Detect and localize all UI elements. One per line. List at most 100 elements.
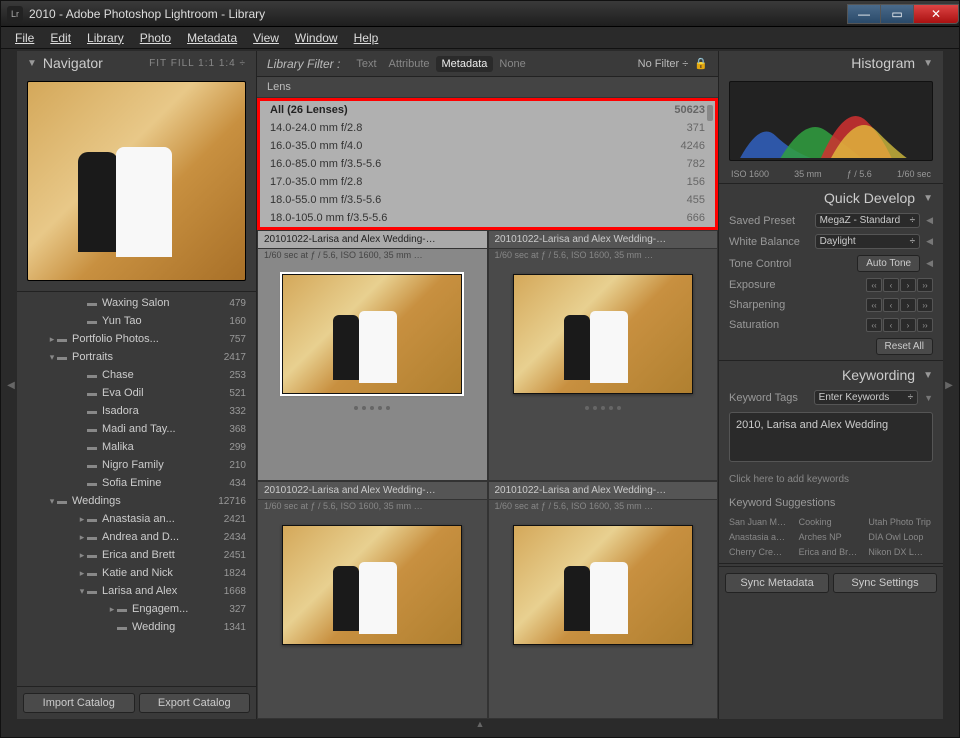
- white-balance-label: White Balance: [729, 236, 809, 248]
- keyword-suggestion[interactable]: Nikon DX L…: [866, 545, 935, 559]
- folder-row[interactable]: ▾▬Weddings12716: [17, 492, 256, 510]
- keyword-textarea[interactable]: 2010, Larisa and Alex Wedding: [729, 412, 933, 462]
- folder-row[interactable]: ▬Wedding1341: [17, 618, 256, 636]
- filter-tab-none[interactable]: None: [493, 56, 531, 72]
- folder-row[interactable]: ▬Sofia Emine434: [17, 474, 256, 492]
- saved-preset-select[interactable]: MegaZ - Standard÷: [815, 213, 921, 228]
- filter-tab-metadata[interactable]: Metadata: [436, 56, 494, 72]
- keyword-suggestion[interactable]: Utah Photo Trip: [866, 515, 935, 529]
- quick-develop-header[interactable]: Quick Develop ▼: [719, 186, 943, 210]
- qd-disclosure-icon[interactable]: ▼: [924, 393, 933, 403]
- grid-cell[interactable]: 20101022-Larisa and Alex Wedding-… 1/60 …: [257, 230, 488, 481]
- cell-thumbnail[interactable]: [513, 525, 693, 645]
- bottom-edge-handle[interactable]: ▲: [5, 719, 955, 733]
- auto-tone-button[interactable]: Auto Tone: [857, 255, 920, 272]
- lens-filter-row[interactable]: 16.0-85.0 mm f/3.5-5.6782: [260, 155, 715, 173]
- folder-tree[interactable]: ▬Waxing Salon479▬Yun Tao160▸▬Portfolio P…: [17, 292, 256, 686]
- histogram-header[interactable]: Histogram ▼: [719, 51, 943, 75]
- scrollbar-thumb[interactable]: [707, 105, 713, 121]
- keyword-suggestion[interactable]: Erica and Br…: [797, 545, 866, 559]
- folder-row[interactable]: ▸▬Portfolio Photos...757: [17, 330, 256, 348]
- menu-window[interactable]: Window: [289, 29, 344, 47]
- folder-row[interactable]: ▬Waxing Salon479: [17, 294, 256, 312]
- menu-view[interactable]: View: [247, 29, 285, 47]
- keywording-header[interactable]: Keywording ▼: [719, 363, 943, 387]
- right-edge-handle[interactable]: ▶: [943, 51, 955, 719]
- keyword-suggestion[interactable]: San Juan M…: [727, 515, 796, 529]
- reset-all-button[interactable]: Reset All: [876, 338, 933, 355]
- sync-metadata-button[interactable]: Sync Metadata: [725, 573, 829, 593]
- filter-tab-text[interactable]: Text: [350, 56, 382, 72]
- grid-cell[interactable]: 20101022-Larisa and Alex Wedding-… 1/60 …: [257, 481, 488, 720]
- folder-row[interactable]: ▸▬Anastasia an...2421: [17, 510, 256, 528]
- filter-lock-icon[interactable]: 🔒: [694, 57, 708, 70]
- lens-filter-row[interactable]: 17.0-35.0 mm f/2.8156: [260, 173, 715, 191]
- folder-row[interactable]: ▬Yun Tao160: [17, 312, 256, 330]
- folder-row[interactable]: ▸▬Andrea and D...2434: [17, 528, 256, 546]
- keyword-add-hint[interactable]: Click here to add keywords: [729, 470, 933, 489]
- lens-filter-row[interactable]: 16.0-35.0 mm f/4.04246: [260, 137, 715, 155]
- histogram-chart[interactable]: [729, 81, 933, 161]
- folder-row[interactable]: ▬Isadora332: [17, 402, 256, 420]
- saturation-label: Saturation: [729, 319, 860, 331]
- sync-settings-button[interactable]: Sync Settings: [833, 573, 937, 593]
- navigator-zoom-options[interactable]: FIT FILL 1:1 1:4 ÷: [149, 58, 246, 69]
- grid-cell[interactable]: 20101022-Larisa and Alex Wedding-… 1/60 …: [488, 481, 719, 720]
- keyword-suggestion[interactable]: DIA Owl Loop: [866, 530, 935, 544]
- folder-row[interactable]: ▬Nigro Family210: [17, 456, 256, 474]
- navigator-title: Navigator: [43, 55, 149, 71]
- keyword-suggestion[interactable]: Arches NP: [797, 530, 866, 544]
- left-edge-handle[interactable]: ◀: [5, 51, 17, 719]
- keyword-tags-label: Keyword Tags: [729, 392, 808, 404]
- qd-disclosure-icon[interactable]: ◀: [926, 215, 933, 226]
- folder-row[interactable]: ▸▬Katie and Nick1824: [17, 564, 256, 582]
- qd-disclosure-icon[interactable]: ◀: [926, 236, 933, 247]
- keyword-suggestion[interactable]: Anastasia a…: [727, 530, 796, 544]
- filter-preset-dropdown[interactable]: No Filter ÷: [638, 58, 689, 70]
- menu-help[interactable]: Help: [348, 29, 385, 47]
- cell-thumbnail[interactable]: [282, 274, 462, 394]
- folder-row[interactable]: ▸▬Erica and Brett2451: [17, 546, 256, 564]
- saturation-stepper[interactable]: ‹‹‹›››: [866, 318, 933, 332]
- lens-filter-row[interactable]: All (26 Lenses)50623: [260, 101, 715, 119]
- folder-row[interactable]: ▬Madi and Tay...368: [17, 420, 256, 438]
- folder-row[interactable]: ▸▬Engagem...327: [17, 600, 256, 618]
- navigator-preview[interactable]: [27, 81, 246, 281]
- window-minimize-button[interactable]: ―: [847, 4, 881, 24]
- folder-row[interactable]: ▬Chase253: [17, 366, 256, 384]
- export-catalog-button[interactable]: Export Catalog: [139, 693, 251, 713]
- window-maximize-button[interactable]: ▭: [880, 4, 914, 24]
- histogram-title: Histogram: [851, 55, 915, 71]
- metadata-column-header[interactable]: Lens: [257, 77, 718, 98]
- lens-filter-row[interactable]: 18.0-55.0 mm f/3.5-5.6455: [260, 191, 715, 209]
- folder-row[interactable]: ▬Eva Odil521: [17, 384, 256, 402]
- menu-metadata[interactable]: Metadata: [181, 29, 243, 47]
- menu-edit[interactable]: Edit: [44, 29, 77, 47]
- sharpening-stepper[interactable]: ‹‹‹›››: [866, 298, 933, 312]
- qd-disclosure-icon[interactable]: ◀: [926, 258, 933, 269]
- import-catalog-button[interactable]: Import Catalog: [23, 693, 135, 713]
- menu-photo[interactable]: Photo: [134, 29, 177, 47]
- folder-row[interactable]: ▬Malika299: [17, 438, 256, 456]
- window-close-button[interactable]: ✕: [913, 4, 959, 24]
- filter-tab-attribute[interactable]: Attribute: [383, 56, 436, 72]
- navigator-header[interactable]: ▼ Navigator FIT FILL 1:1 1:4 ÷: [17, 51, 256, 75]
- lens-filter-row[interactable]: 18.0-105.0 mm f/3.5-5.6666: [260, 209, 715, 227]
- cell-thumbnail[interactable]: [513, 274, 693, 394]
- keyword-suggestion[interactable]: Cooking: [797, 515, 866, 529]
- lens-filter-row[interactable]: 14.0-24.0 mm f/2.8371: [260, 119, 715, 137]
- exposure-stepper[interactable]: ‹‹‹›››: [866, 278, 933, 292]
- folder-row[interactable]: ▾▬Larisa and Alex1668: [17, 582, 256, 600]
- lens-filter-list[interactable]: All (26 Lenses)5062314.0-24.0 mm f/2.837…: [257, 98, 718, 230]
- thumbnail-grid[interactable]: 20101022-Larisa and Alex Wedding-… 1/60 …: [257, 230, 718, 719]
- grid-cell[interactable]: 20101022-Larisa and Alex Wedding-… 1/60 …: [488, 230, 719, 481]
- keyword-suggestion[interactable]: Cherry Cre…: [727, 545, 796, 559]
- keyword-tags-mode-select[interactable]: Enter Keywords÷: [814, 390, 918, 405]
- folder-row[interactable]: ▾▬Portraits2417: [17, 348, 256, 366]
- titlebar[interactable]: Lr 2010 - Adobe Photoshop Lightroom - Li…: [1, 1, 959, 27]
- center-panel: Library Filter : TextAttributeMetadataNo…: [257, 51, 718, 719]
- menu-file[interactable]: File: [9, 29, 40, 47]
- white-balance-select[interactable]: Daylight÷: [815, 234, 921, 249]
- cell-thumbnail[interactable]: [282, 525, 462, 645]
- menu-library[interactable]: Library: [81, 29, 130, 47]
